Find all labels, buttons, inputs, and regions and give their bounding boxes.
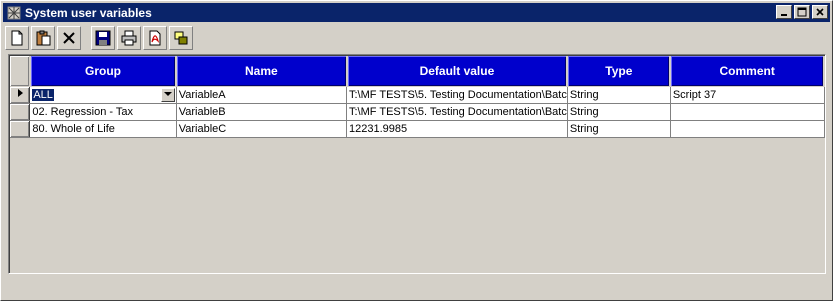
maximize-icon (797, 7, 807, 17)
title-bar[interactable]: System user variables (3, 3, 830, 22)
minimize-icon (781, 14, 787, 16)
name-cell[interactable]: VariableB (176, 103, 348, 121)
paste-button[interactable] (31, 26, 55, 50)
column-header-name[interactable]: Name (176, 56, 348, 87)
close-icon (816, 8, 824, 16)
copy-to-button[interactable] (169, 26, 193, 50)
name-cell[interactable]: VariableA (176, 86, 348, 104)
comment-cell[interactable] (670, 120, 825, 138)
comment-cell[interactable] (670, 103, 825, 121)
group-combo[interactable]: ALL (29, 86, 177, 104)
group-value: ALL (32, 88, 54, 101)
row-selector[interactable] (10, 120, 31, 138)
column-header-group[interactable]: Group (29, 56, 178, 87)
row-selector[interactable] (10, 86, 31, 104)
chevron-down-icon (163, 92, 172, 96)
type-cell[interactable]: String (567, 103, 671, 121)
group-cell[interactable]: 02. Regression - Tax (29, 103, 177, 121)
minimize-button[interactable] (776, 5, 792, 19)
name-cell[interactable]: VariableC (176, 120, 348, 138)
maximize-button[interactable] (794, 5, 810, 19)
default-value-cell[interactable]: 12231.9985 (346, 120, 568, 138)
default-value-cell[interactable]: T:\MF TESTS\5. Testing Documentation\Bat… (346, 86, 568, 104)
table-row[interactable]: 80. Whole of Life VariableC 12231.9985 S… (10, 120, 825, 138)
group-cell[interactable]: 80. Whole of Life (29, 120, 177, 138)
export-pdf-button[interactable] (143, 26, 167, 50)
group-dropdown-button[interactable] (160, 87, 175, 102)
row-selector[interactable] (10, 103, 31, 121)
default-value-cell[interactable]: T:\MF TESTS\5. Testing Documentation\Bat… (346, 103, 568, 121)
type-cell[interactable]: String (567, 120, 671, 138)
variables-table: Group Name Default value Type Comment AL… (10, 56, 825, 138)
delete-icon (63, 32, 75, 44)
save-button[interactable] (91, 26, 115, 50)
delete-button[interactable] (57, 26, 81, 50)
copy-windows-icon (174, 31, 188, 45)
app-icon (6, 5, 22, 21)
print-icon (121, 30, 137, 46)
new-button[interactable] (5, 26, 29, 50)
new-document-icon (11, 30, 23, 46)
close-button[interactable] (812, 5, 828, 19)
table-row[interactable]: ALL VariableA T:\MF TESTS\5. Testing Doc… (10, 86, 825, 104)
toolbar (5, 25, 195, 51)
column-header-type[interactable]: Type (567, 56, 672, 87)
type-cell[interactable]: String (567, 86, 671, 104)
system-user-variables-window: System user variables Group Name Default… (0, 0, 833, 301)
pdf-icon (149, 30, 161, 46)
save-icon (95, 30, 111, 46)
current-row-arrow-icon (17, 89, 23, 97)
window-title: System user variables (25, 5, 152, 20)
variables-grid: Group Name Default value Type Comment AL… (8, 54, 826, 274)
column-header-comment[interactable]: Comment (670, 56, 825, 87)
column-header-default-value[interactable]: Default value (346, 56, 569, 87)
table-row[interactable]: 02. Regression - Tax VariableB T:\MF TES… (10, 103, 825, 121)
print-button[interactable] (117, 26, 141, 50)
paste-icon (36, 30, 51, 46)
header-row: Group Name Default value Type Comment (10, 56, 825, 87)
grid-corner (10, 56, 31, 87)
window-controls (774, 5, 828, 19)
comment-cell[interactable]: Script 37 (670, 86, 825, 104)
